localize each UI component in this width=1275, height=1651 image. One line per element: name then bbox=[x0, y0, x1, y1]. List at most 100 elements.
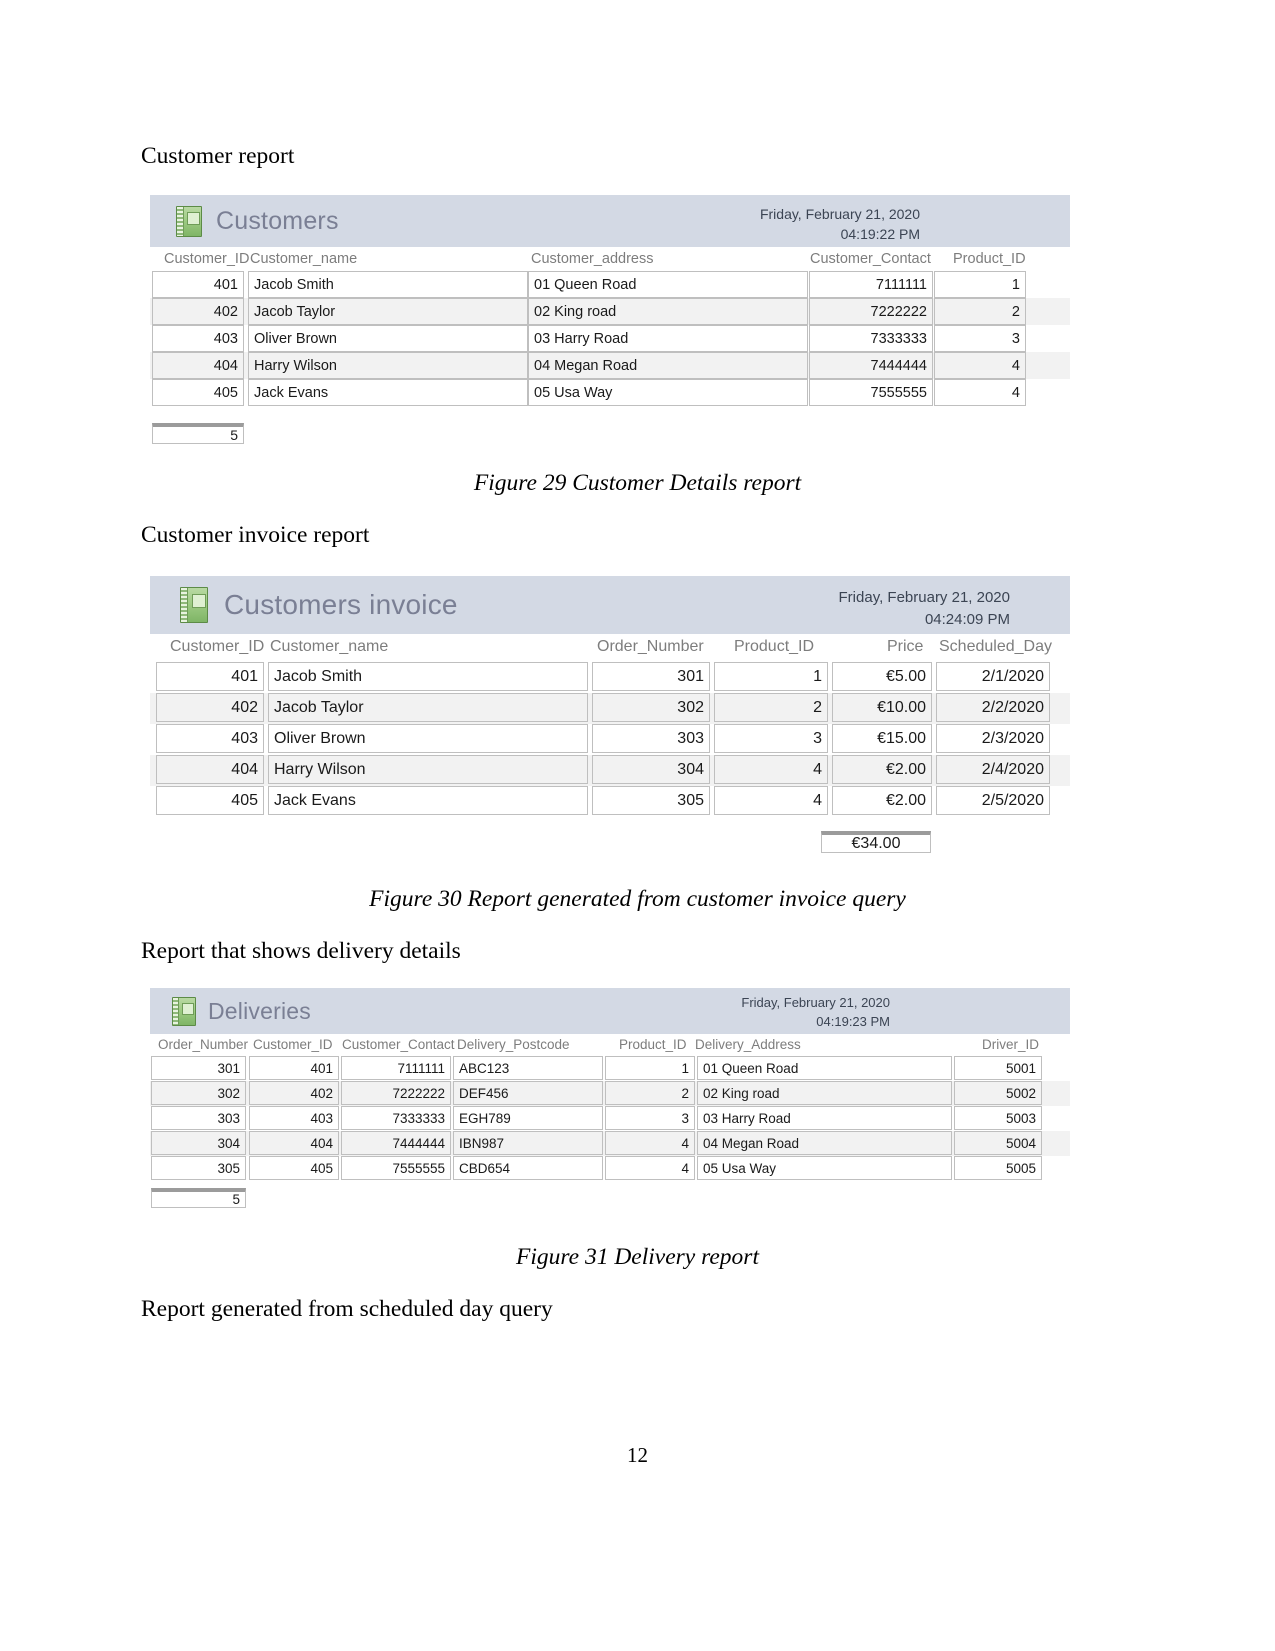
cell-scheduled-day: 2/4/2020 bbox=[936, 755, 1050, 784]
column-header-product-id: Product_ID bbox=[619, 1037, 687, 1052]
cell-customer-contact: 7222222 bbox=[341, 1081, 451, 1105]
cell-driver-id: 5002 bbox=[954, 1081, 1042, 1105]
customers-record-count: 5 bbox=[152, 423, 244, 444]
cell-order-number: 302 bbox=[151, 1081, 246, 1105]
cell-driver-id: 5001 bbox=[954, 1056, 1042, 1080]
cell-delivery-postcode: CBD654 bbox=[453, 1156, 603, 1180]
cell-customer-name: Oliver Brown bbox=[248, 325, 528, 352]
table-row: 404 Harry Wilson 304 4 €2.00 2/4/2020 bbox=[150, 755, 1070, 786]
table-row: 301 401 7111111 ABC123 1 01 Queen Road 5… bbox=[150, 1056, 1070, 1081]
table-row: 403 Oliver Brown 03 Harry Road 7333333 3 bbox=[150, 325, 1070, 352]
deliveries-report: Deliveries Friday, February 21, 2020 04:… bbox=[150, 988, 1070, 1208]
heading-customer-invoice-report: Customer invoice report bbox=[141, 522, 370, 548]
cell-product-id: 3 bbox=[714, 724, 828, 753]
table-row: 405 Jack Evans 305 4 €2.00 2/5/2020 bbox=[150, 786, 1070, 817]
cell-customer-address: 05 Usa Way bbox=[528, 379, 808, 406]
customers-report-header: Customers Friday, February 21, 2020 04:1… bbox=[150, 195, 1070, 247]
cell-delivery-address: 04 Megan Road bbox=[697, 1131, 952, 1155]
cell-customer-address: 03 Harry Road bbox=[528, 325, 808, 352]
column-header-product-id: Product_ID bbox=[734, 638, 815, 655]
cell-price: €2.00 bbox=[832, 755, 932, 784]
report-date: Friday, February 21, 2020 bbox=[759, 206, 920, 222]
figure-caption-31: Figure 31 Delivery report bbox=[516, 1244, 759, 1270]
table-row: 304 404 7444444 IBN987 4 04 Megan Road 5… bbox=[150, 1131, 1070, 1156]
table-row: 404 Harry Wilson 04 Megan Road 7444444 4 bbox=[150, 352, 1070, 379]
cell-scheduled-day: 2/5/2020 bbox=[936, 786, 1050, 815]
notebook-report-icon bbox=[176, 205, 202, 237]
cell-product-id: 3 bbox=[605, 1106, 695, 1130]
cell-delivery-address: 02 King road bbox=[697, 1081, 952, 1105]
cell-customer-contact: 7333333 bbox=[809, 325, 933, 352]
cell-customer-name: Jack Evans bbox=[268, 786, 588, 815]
cell-delivery-postcode: DEF456 bbox=[453, 1081, 603, 1105]
cell-delivery-address: 03 Harry Road bbox=[697, 1106, 952, 1130]
column-header-order-number: Order_Number bbox=[158, 1037, 249, 1052]
column-header-customer-address: Customer_address bbox=[531, 251, 654, 267]
report-time: 04:19:23 PM bbox=[816, 1013, 890, 1029]
cell-order-number: 304 bbox=[592, 755, 710, 784]
cell-product-id: 2 bbox=[714, 693, 828, 722]
notebook-report-icon bbox=[180, 587, 208, 623]
cell-customer-contact: 7555555 bbox=[809, 379, 933, 406]
column-header-delivery-postcode: Delivery_Postcode bbox=[457, 1037, 570, 1052]
cell-scheduled-day: 2/2/2020 bbox=[936, 693, 1050, 722]
cell-customer-id: 405 bbox=[249, 1156, 339, 1180]
table-row: 401 Jacob Smith 301 1 €5.00 2/1/2020 bbox=[150, 662, 1070, 693]
cell-customer-id: 405 bbox=[152, 379, 244, 406]
cell-customer-address: 01 Queen Road bbox=[528, 271, 808, 298]
cell-order-number: 301 bbox=[151, 1056, 246, 1080]
cell-driver-id: 5005 bbox=[954, 1156, 1042, 1180]
column-header-product-id: Product_ID bbox=[953, 251, 1026, 267]
customers-report-title: Customers bbox=[216, 206, 339, 235]
cell-customer-contact: 7444444 bbox=[809, 352, 933, 379]
cell-customer-address: 02 King road bbox=[528, 298, 808, 325]
table-row: 305 405 7555555 CBD654 4 05 Usa Way 5005 bbox=[150, 1156, 1070, 1181]
cell-product-id: 3 bbox=[934, 325, 1026, 352]
cell-customer-contact: 7222222 bbox=[809, 298, 933, 325]
column-header-customer-id: Customer_ID bbox=[253, 1037, 333, 1052]
column-header-customer-id: Customer_ID bbox=[170, 638, 265, 655]
customers-invoice-report-datetime: Friday, February 21, 2020 04:24:09 PM bbox=[839, 587, 1010, 631]
cell-customer-id: 401 bbox=[156, 662, 264, 691]
cell-order-number: 303 bbox=[151, 1106, 246, 1130]
cell-customer-name: Harry Wilson bbox=[268, 755, 588, 784]
table-row: 401 Jacob Smith 01 Queen Road 7111111 1 bbox=[150, 271, 1070, 298]
cell-order-number: 302 bbox=[592, 693, 710, 722]
column-header-customer-name: Customer_name bbox=[250, 251, 358, 267]
heading-scheduled-day-report: Report generated from scheduled day quer… bbox=[141, 1296, 553, 1322]
cell-customer-id: 403 bbox=[249, 1106, 339, 1130]
table-row: 405 Jack Evans 05 Usa Way 7555555 4 bbox=[150, 379, 1070, 406]
deliveries-column-headers: Order_Number Customer_ID Customer_Contac… bbox=[150, 1034, 1070, 1056]
cell-customer-id: 404 bbox=[156, 755, 264, 784]
cell-customer-name: Harry Wilson bbox=[248, 352, 528, 379]
cell-customer-id: 401 bbox=[152, 271, 244, 298]
heading-customer-report: Customer report bbox=[141, 143, 295, 169]
cell-product-id: 4 bbox=[934, 379, 1026, 406]
cell-customer-contact: 7111111 bbox=[809, 271, 933, 298]
document-page: Customer report Customers Friday, Februa… bbox=[0, 0, 1275, 1651]
cell-delivery-address: 05 Usa Way bbox=[697, 1156, 952, 1180]
customers-invoice-report-header: Customers invoice Friday, February 21, 2… bbox=[150, 576, 1070, 634]
cell-product-id: 1 bbox=[714, 662, 828, 691]
report-time: 04:19:22 PM bbox=[840, 226, 920, 243]
cell-customer-name: Jack Evans bbox=[248, 379, 528, 406]
cell-customer-contact: 7555555 bbox=[341, 1156, 451, 1180]
cell-product-id: 2 bbox=[605, 1081, 695, 1105]
cell-customer-id: 402 bbox=[249, 1081, 339, 1105]
cell-delivery-address: 01 Queen Road bbox=[697, 1056, 952, 1080]
column-header-driver-id: Driver_ID bbox=[982, 1037, 1040, 1052]
cell-product-id: 4 bbox=[605, 1131, 695, 1155]
customers-invoice-price-total: €34.00 bbox=[821, 831, 931, 853]
customers-rows: 401 Jacob Smith 01 Queen Road 7111111 1 … bbox=[150, 271, 1070, 406]
customers-invoice-report: Customers invoice Friday, February 21, 2… bbox=[150, 576, 1070, 853]
page-number: 12 bbox=[627, 1443, 648, 1467]
cell-order-number: 305 bbox=[151, 1156, 246, 1180]
cell-customer-id: 402 bbox=[152, 298, 244, 325]
table-row: 403 Oliver Brown 303 3 €15.00 2/3/2020 bbox=[150, 724, 1070, 755]
cell-driver-id: 5003 bbox=[954, 1106, 1042, 1130]
cell-delivery-postcode: IBN987 bbox=[453, 1131, 603, 1155]
cell-customer-id: 405 bbox=[156, 786, 264, 815]
column-header-customer-id: Customer_ID bbox=[164, 251, 250, 267]
report-time: 04:24:09 PM bbox=[924, 610, 1010, 628]
cell-customer-contact: 7333333 bbox=[341, 1106, 451, 1130]
